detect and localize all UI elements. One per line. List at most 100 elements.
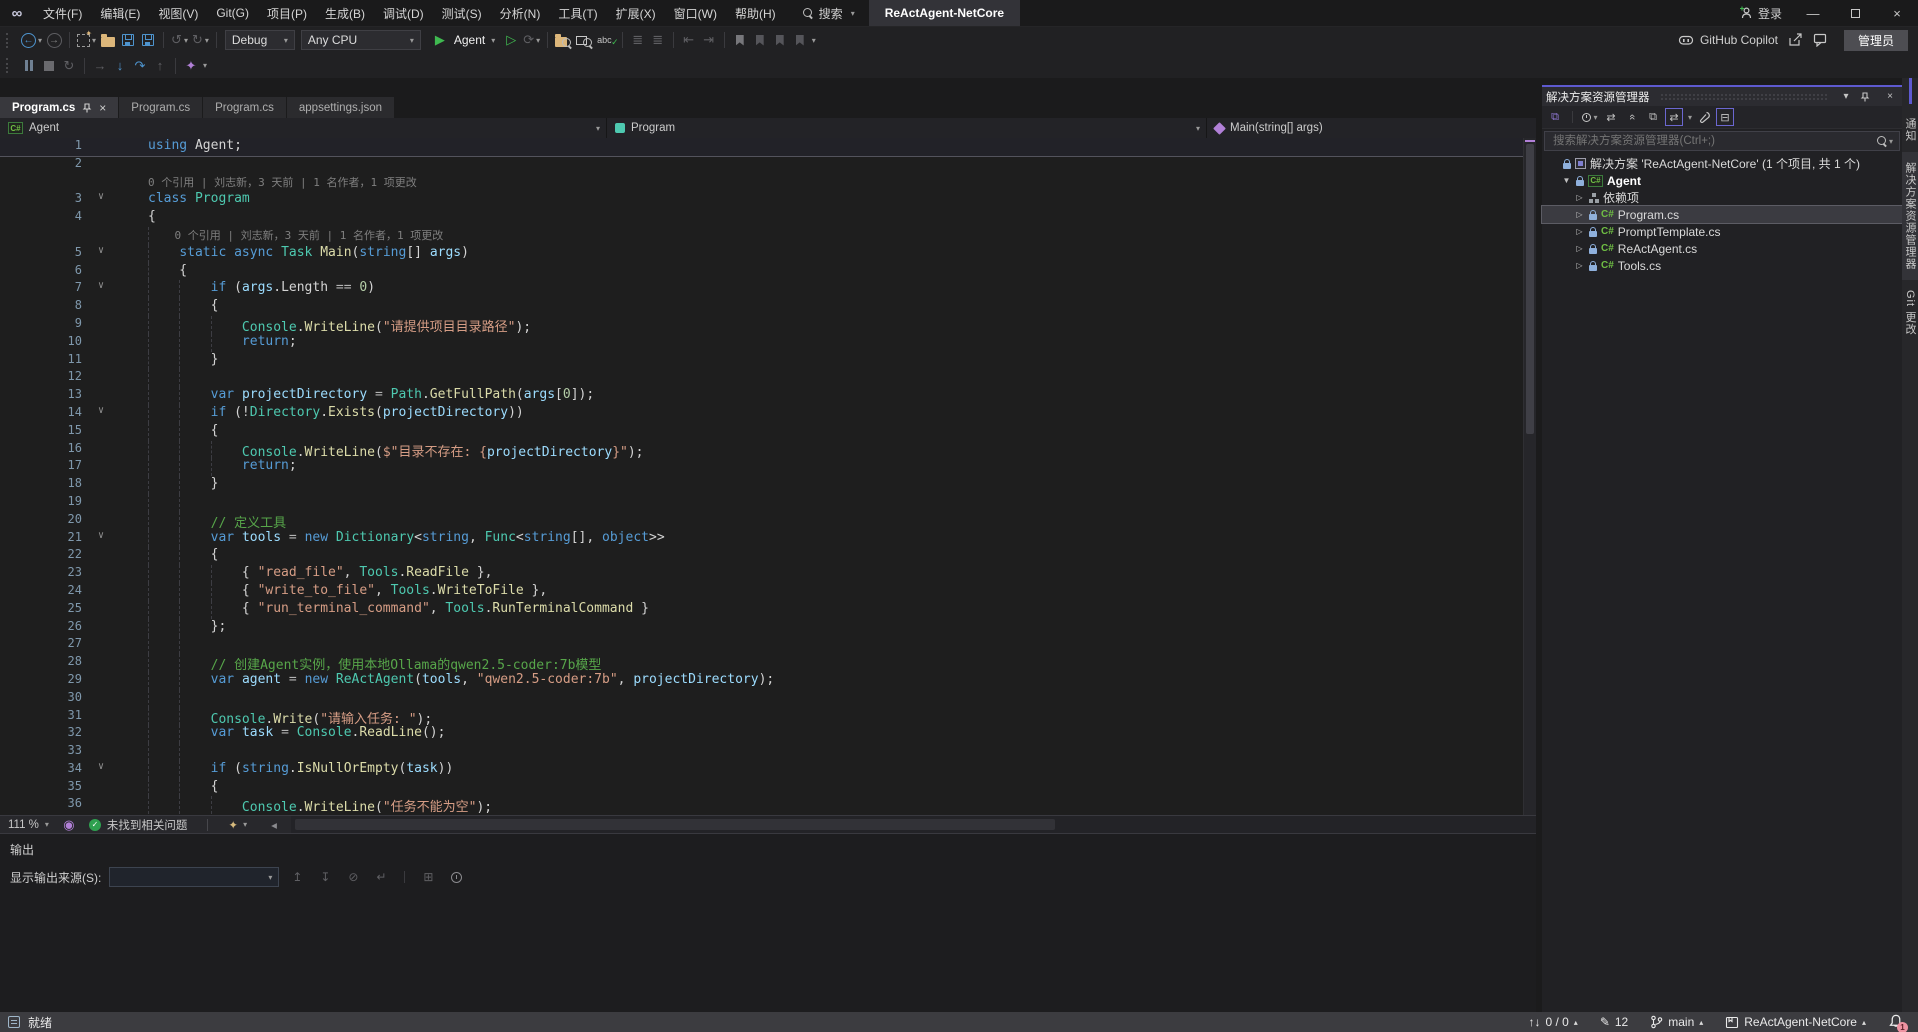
code-text[interactable]: {	[120, 423, 1536, 441]
redo-button[interactable]: ↻▾	[190, 29, 211, 51]
code-text[interactable]: return;	[120, 458, 1536, 476]
panel-menu-button[interactable]: ▾	[1838, 91, 1854, 102]
restart-button[interactable]: ↻	[59, 55, 79, 77]
increase-indent-button[interactable]: ⇥	[699, 29, 719, 51]
code-line[interactable]: 4{	[0, 209, 1536, 227]
menu-item[interactable]: Git(G)	[207, 0, 258, 26]
menu-item[interactable]: 扩展(X)	[607, 0, 665, 26]
code-text[interactable]: class Program	[120, 191, 1536, 209]
fold-marker[interactable]	[82, 565, 120, 583]
line-number[interactable]: 8	[30, 298, 82, 316]
tree-item[interactable]: 解决方案 'ReActAgent-NetCore' (1 个项目, 共 1 个)	[1542, 155, 1902, 172]
send-feedback-button[interactable]	[1813, 33, 1828, 47]
previous-message-button[interactable]: ↥	[287, 867, 307, 887]
line-number[interactable]: 18	[30, 476, 82, 494]
code-editor[interactable]: (a 1using Agent;20 个引用 | 刘志新，3 天前 | 1 名作…	[0, 138, 1536, 815]
fold-marker[interactable]: ∨	[82, 405, 120, 423]
line-number[interactable]: 4	[30, 209, 82, 227]
code-text[interactable]: {	[120, 779, 1536, 797]
line-number[interactable]: 21	[30, 530, 82, 548]
problems-indicator[interactable]: ✓ 未找到相关问题	[89, 817, 188, 833]
tree-item[interactable]: ▼C#Agent	[1542, 172, 1902, 189]
undo-button[interactable]: ↺▾	[169, 29, 190, 51]
menu-item[interactable]: 测试(S)	[433, 0, 491, 26]
fold-marker[interactable]	[82, 316, 120, 334]
fold-marker[interactable]	[82, 672, 120, 690]
fold-marker[interactable]: ∨	[82, 245, 120, 263]
scrollbar-thumb[interactable]	[295, 819, 1055, 830]
copy-view-button[interactable]: ⧉	[1644, 108, 1662, 126]
code-line[interactable]: 11 }	[0, 352, 1536, 370]
line-number[interactable]: 15	[30, 423, 82, 441]
diagnostics-button[interactable]: ✦	[181, 55, 201, 77]
code-text[interactable]	[120, 636, 1536, 654]
code-text[interactable]: 0 个引用 | 刘志新，3 天前 | 1 名作者，1 项更改	[120, 174, 1536, 192]
code-line[interactable]: 36 Console.WriteLine("任务不能为空");	[0, 796, 1536, 814]
fold-marker[interactable]: ∨	[82, 191, 120, 209]
notifications-button[interactable]: 1	[1888, 1014, 1904, 1030]
unpushed-edits-button[interactable]: ✎ 12	[1600, 1015, 1628, 1029]
menu-item[interactable]: 分析(N)	[491, 0, 550, 26]
code-line[interactable]: 15 {	[0, 423, 1536, 441]
uncomment-button[interactable]: ≣	[648, 29, 668, 51]
fold-marker[interactable]	[82, 209, 120, 227]
find-in-window-button[interactable]	[574, 29, 595, 51]
code-line[interactable]: 22 {	[0, 547, 1536, 565]
code-text[interactable]: var tools = new Dictionary<string, Func<…	[120, 530, 1536, 548]
zoom-level-dropdown[interactable]: 111 % ▾	[8, 819, 49, 831]
save-button[interactable]	[118, 29, 138, 51]
code-text[interactable]: }	[120, 352, 1536, 370]
code-line[interactable]: 9 Console.WriteLine("请提供项目目录路径");	[0, 316, 1536, 334]
fold-marker[interactable]	[82, 441, 120, 459]
share-button[interactable]	[1788, 33, 1803, 47]
maximize-button[interactable]	[1834, 0, 1876, 26]
line-number[interactable]: 6	[30, 263, 82, 281]
pin-button[interactable]	[1860, 92, 1876, 102]
code-text[interactable]: { "run_terminal_command", Tools.RunTermi…	[120, 601, 1536, 619]
code-text[interactable]: if (!Directory.Exists(projectDirectory))	[120, 405, 1536, 423]
code-text[interactable]	[120, 743, 1536, 761]
tree-expander[interactable]: ▷	[1574, 210, 1585, 219]
code-line[interactable]: 30	[0, 690, 1536, 708]
tree-item[interactable]: ▷依赖项	[1542, 189, 1902, 206]
code-text[interactable]: Console.Write("请输入任务: ");	[120, 708, 1536, 726]
code-line[interactable]: 26 };	[0, 619, 1536, 637]
menu-item[interactable]: 工具(T)	[549, 0, 606, 26]
line-number[interactable]: 22	[30, 547, 82, 565]
menu-item[interactable]: 调试(D)	[374, 0, 433, 26]
editor-horizontal-scrollbar[interactable]	[291, 816, 1536, 833]
code-line[interactable]: 35 {	[0, 779, 1536, 797]
tree-expander[interactable]: ▷	[1574, 244, 1585, 253]
code-line[interactable]: 0 个引用 | 刘志新，3 天前 | 1 名作者，1 项更改	[0, 227, 1536, 245]
administrator-badge[interactable]: 管理员	[1844, 30, 1908, 51]
solution-configuration-dropdown[interactable]: Debug▾	[225, 30, 295, 50]
line-number[interactable]: 30	[30, 690, 82, 708]
code-text[interactable]: }	[120, 476, 1536, 494]
code-text[interactable]: Console.WriteLine("请提供项目目录路径");	[120, 316, 1536, 334]
code-line[interactable]: 1using Agent;	[0, 138, 1536, 156]
code-line[interactable]: 24 { "write_to_file", Tools.WriteToFile …	[0, 583, 1536, 601]
tree-expander[interactable]: ▷	[1574, 227, 1585, 236]
code-line[interactable]: 3∨class Program	[0, 191, 1536, 209]
code-text[interactable]: {	[120, 209, 1536, 227]
line-number[interactable]: 1	[30, 138, 82, 156]
code-suggestions-button[interactable]: ✦ ▾	[228, 818, 247, 832]
code-line[interactable]: 31 Console.Write("请输入任务: ");	[0, 708, 1536, 726]
fold-marker[interactable]	[82, 725, 120, 743]
scrollbar-thumb[interactable]	[1526, 144, 1534, 434]
solution-platform-dropdown[interactable]: Any CPU▾	[301, 30, 421, 50]
save-all-button[interactable]	[138, 29, 158, 51]
toggle-bookmark-button[interactable]	[730, 29, 750, 51]
toolbar-grip[interactable]	[6, 58, 13, 73]
line-number[interactable]: 14	[30, 405, 82, 423]
menu-item[interactable]: 编辑(E)	[91, 0, 149, 26]
code-line[interactable]: 5∨ static async Task Main(string[] args)	[0, 245, 1536, 263]
fold-marker[interactable]: ∨	[82, 530, 120, 548]
code-line[interactable]: 7∨ if (args.Length == 0)	[0, 280, 1536, 298]
preview-selected-items-button[interactable]: ⊟	[1716, 108, 1734, 126]
code-text[interactable]	[120, 494, 1536, 512]
close-tab-icon[interactable]: ×	[99, 101, 106, 115]
line-number[interactable]: 12	[30, 369, 82, 387]
close-panel-button[interactable]: ×	[1882, 91, 1898, 102]
line-number[interactable]: 9	[30, 316, 82, 334]
